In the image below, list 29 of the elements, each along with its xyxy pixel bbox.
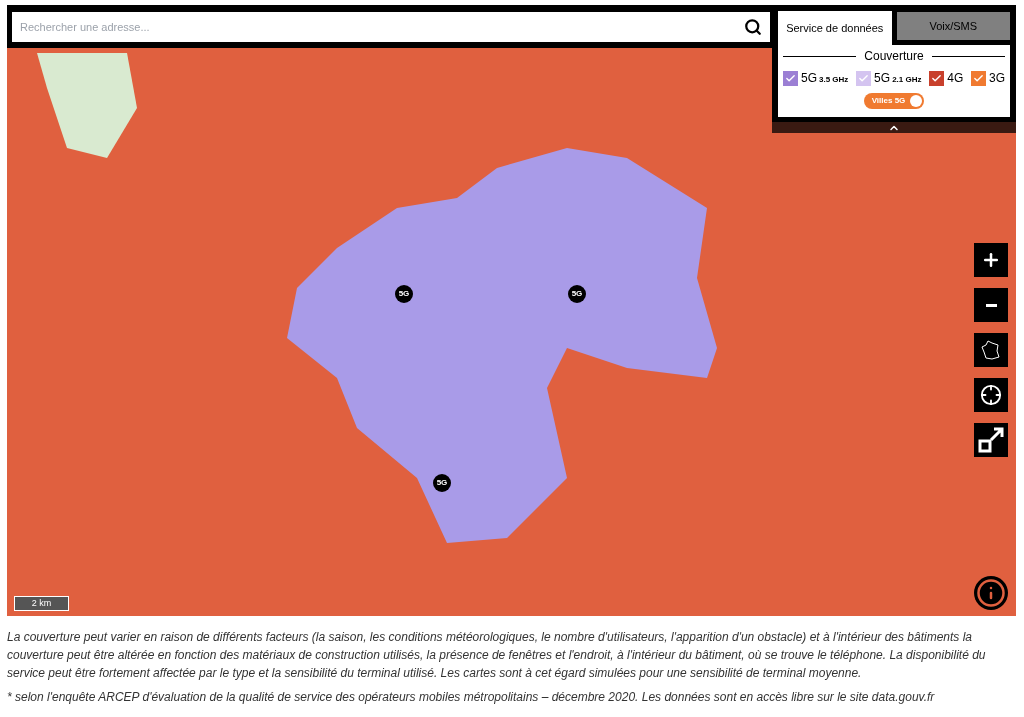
layer-checkbox[interactable]: 5G 3.5 GHz <box>783 69 849 87</box>
zoom-in-button[interactable] <box>974 243 1008 277</box>
fullscreen-button[interactable] <box>974 423 1008 457</box>
expand-arrow-icon <box>977 426 1005 454</box>
crosshair-icon <box>980 384 1002 406</box>
info-button[interactable] <box>974 576 1008 610</box>
zoom-out-button[interactable] <box>974 288 1008 322</box>
check-icon <box>973 72 984 84</box>
search-icon[interactable] <box>744 17 762 36</box>
plus-icon <box>981 250 1001 270</box>
check-icon <box>931 72 943 84</box>
check-icon <box>858 72 870 84</box>
layer-checkbox[interactable]: 3G <box>971 69 1005 87</box>
tab[interactable]: Service de données <box>778 11 892 45</box>
check-icon <box>785 72 796 84</box>
checkbox[interactable] <box>929 70 945 86</box>
minus-icon <box>985 303 997 307</box>
scale-bar: 2 km <box>14 595 69 611</box>
layer-checkbox[interactable]: 5G 2.1 GHz <box>856 69 922 87</box>
coverage-title: Couverture <box>864 48 924 65</box>
tab[interactable]: Voix/SMS <box>896 12 1010 40</box>
locate-button[interactable] <box>974 378 1008 412</box>
info-icon <box>976 578 1006 608</box>
footnote-text: * selon l'enquête ARCEP d'évaluation de la qualité de service des opérateurs mobiles métropolitains – décembre 2020. Les données sont en accès libre sur le site data.gouv.fr <box>7 689 936 706</box>
checkbox[interactable] <box>971 70 986 86</box>
checkbox[interactable] <box>783 70 798 86</box>
disclaimer-text: La couverture peut varier en raison de différents facteurs (la saison, les conditions météorologiques, le nombre d'utilisateurs, l'apparition d'un obstacle) et à l'intérieur des bâtiments la couverture peut être altérée en fonction des matériaux de construction utilisés, la présence de fenêtres et l'endroit, à l'intérieur du bâtiment, où se trouve le téléphone. La disponibilité du service peut être fortement affectée par le type et la sensibilité du terminal utilisé. Les cartes sont à cet égard simulées pour une sensibilité de terminal moyenne. <box>7 629 987 682</box>
france-map-button[interactable] <box>974 333 1008 367</box>
layer-checkbox[interactable]: 4G <box>929 69 964 87</box>
